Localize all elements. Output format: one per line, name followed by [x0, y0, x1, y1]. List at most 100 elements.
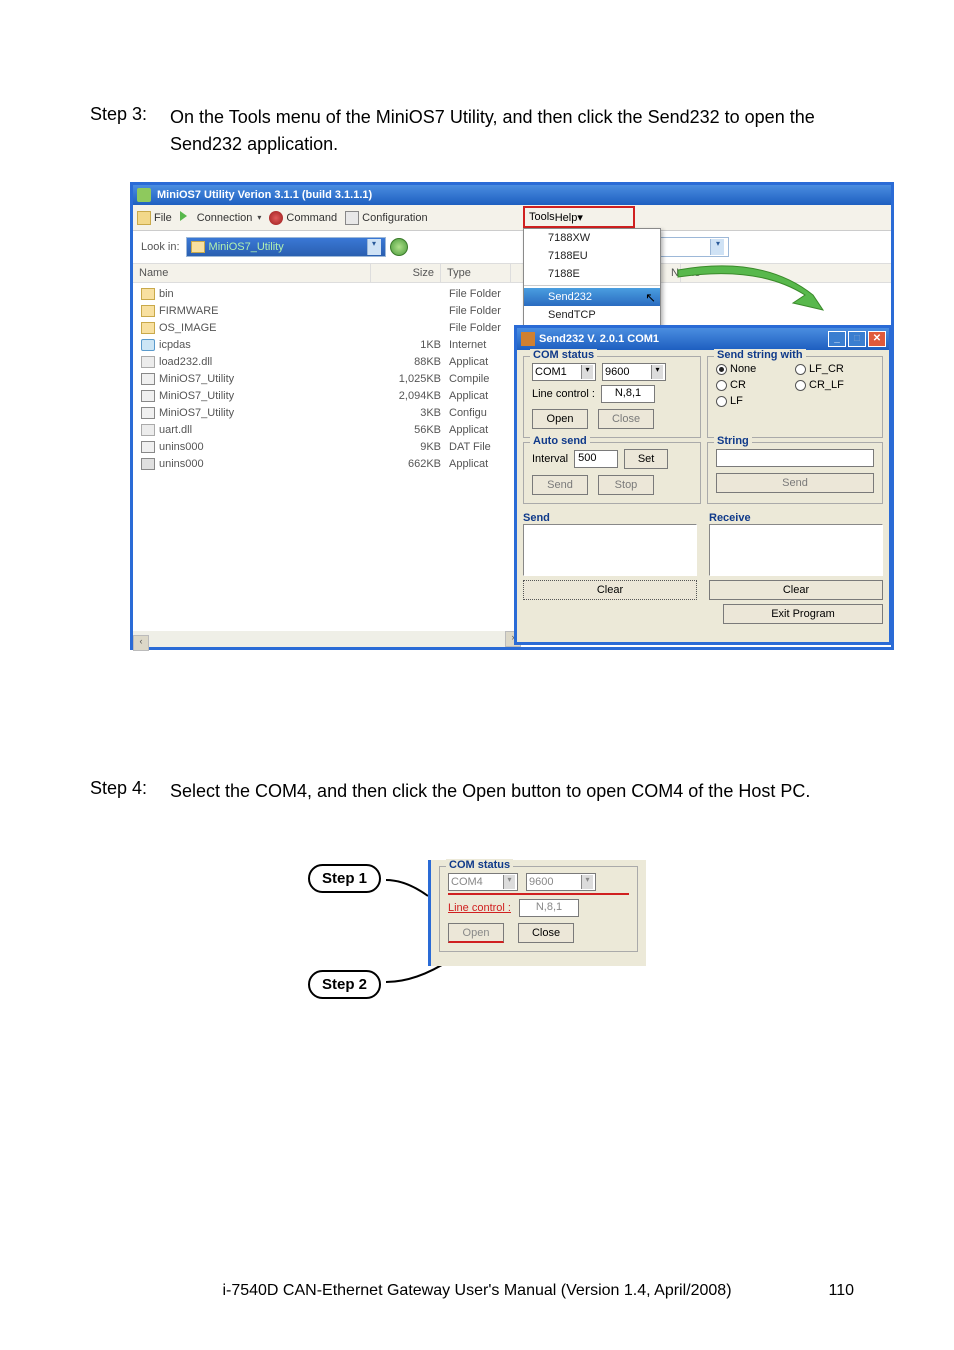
close-button: Close [598, 409, 654, 429]
file-icon [141, 322, 155, 334]
receive-textarea [709, 524, 883, 576]
interval-label: Interval [532, 453, 568, 465]
radio-lfcr[interactable]: LF_CR [795, 363, 874, 375]
receive-label: Receive [709, 512, 883, 524]
radio-lf[interactable]: LF [716, 395, 795, 407]
menu-file[interactable]: File [133, 211, 176, 225]
col-name[interactable]: Name [133, 264, 371, 282]
file-size: 56KB [379, 424, 449, 436]
tools-item-7188xw[interactable]: 7188XW [524, 229, 660, 247]
menu-configuration-label: Configuration [362, 212, 427, 224]
minios7-window: MiniOS7 Utility Verion 3.1.1 (build 3.1.… [130, 182, 894, 650]
dropdown-icon: ▾ [581, 875, 593, 889]
string-group: String Send [707, 442, 883, 504]
send232-window: Send232 V. 2.0.1 COM1 _ □ ✕ COM status C… [514, 325, 892, 645]
file-size: 3KB [379, 407, 449, 419]
com-status-group2: COM status COM4▾ 9600▾ Line control : N,… [439, 866, 638, 952]
minios7-menubar: File Connection▾ Command Configuration [133, 205, 891, 231]
file-type: Applicat [449, 356, 509, 368]
tools-help-highlight: Tools Help▾ [523, 206, 635, 228]
step3-label: Step 3: [90, 104, 147, 125]
menu-configuration[interactable]: Configuration [341, 211, 431, 225]
com-status-title2: COM status [446, 859, 513, 871]
autosend-stop-button: Stop [598, 475, 654, 495]
configuration-icon [345, 211, 359, 225]
minimize-button[interactable]: _ [828, 331, 846, 347]
close-button2[interactable]: Close [518, 923, 574, 943]
minios7-title-text: MiniOS7 Utility Verion 3.1.1 (build 3.1.… [157, 189, 372, 201]
send232-body: COM status COM1▾ 9600▾ Line control : N,… [517, 350, 889, 630]
file-type: File Folder [449, 305, 509, 317]
send-string-with-group: Send string with None LF_CR CR CR_LF LF [707, 356, 883, 438]
file-type: File Folder [449, 288, 509, 300]
file-size: 9KB [379, 441, 449, 453]
line-control-value2: N,8,1 [519, 899, 579, 917]
file-icon [141, 441, 155, 453]
menu-separator [524, 285, 660, 286]
file-size: 1,025KB [379, 373, 449, 385]
auto-send-group: Auto send Interval 500 Set Send Stop [523, 442, 701, 504]
file-icon [141, 305, 155, 317]
line-control-label: Line control : [532, 388, 595, 400]
footer-text: i-7540D CAN-Ethernet Gateway User's Manu… [222, 1282, 731, 1299]
radio-crlf-label: CR_LF [809, 379, 844, 391]
send-textarea[interactable] [523, 524, 697, 576]
open-button[interactable]: Open [532, 409, 588, 429]
tools-item-7188e[interactable]: 7188E [524, 265, 660, 283]
com-port-combo[interactable]: COM1 ▾ [532, 363, 596, 381]
file-name: MiniOS7_Utility [159, 407, 379, 419]
close-button[interactable]: ✕ [868, 331, 886, 347]
look-in-combo[interactable]: MiniOS7_Utility ▾ [186, 237, 386, 257]
com-port-value: COM1 [535, 366, 567, 378]
tools-item-sendtcp[interactable]: SendTCP [524, 306, 660, 324]
file-name: unins000 [159, 458, 379, 470]
scroll-left-icon[interactable]: ‹ [133, 635, 149, 651]
maximize-button: □ [848, 331, 866, 347]
menu-connection[interactable]: Connection▾ [176, 211, 266, 225]
dropdown-icon[interactable]: ▾ [581, 365, 593, 379]
file-size: 1KB [379, 339, 449, 351]
com-status-panel: COM status COM4▾ 9600▾ Line control : N,… [428, 860, 646, 966]
radio-dot-icon [795, 364, 806, 375]
menu-command[interactable]: Command [265, 211, 341, 225]
horizontal-scrollbar[interactable]: ‹ › [133, 631, 521, 647]
file-name: MiniOS7_Utility [159, 373, 379, 385]
dropdown-icon[interactable]: ▾ [651, 365, 663, 379]
dropdown-icon[interactable]: ▾ [367, 239, 381, 255]
radio-dot-icon [716, 396, 727, 407]
file-size: 2,094KB [379, 390, 449, 402]
autosend-send-button: Send [532, 475, 588, 495]
page-number: 110 [828, 1282, 854, 1300]
dropdown-icon: ▾ [503, 875, 515, 889]
radio-crlf[interactable]: CR_LF [795, 379, 874, 391]
menu-help[interactable]: Help▾ [555, 211, 583, 224]
exit-program-button[interactable]: Exit Program [723, 604, 883, 624]
step4-label: Step 4: [90, 778, 147, 799]
file-icon [141, 373, 155, 385]
go-button[interactable] [390, 238, 408, 256]
send-clear-button[interactable]: Clear [523, 580, 697, 600]
set-button[interactable]: Set [624, 449, 668, 469]
menu-tools[interactable]: Tools [525, 211, 555, 223]
col-type[interactable]: Type [441, 264, 511, 282]
receive-clear-button[interactable]: Clear [709, 580, 883, 600]
file-icon [141, 288, 155, 300]
radio-cr[interactable]: CR [716, 379, 795, 391]
send-label: Send [523, 512, 697, 524]
tools-item-send232[interactable]: Send232 ↖ [524, 288, 660, 306]
dropdown-icon[interactable]: ▾ [710, 239, 724, 255]
folder-icon [191, 241, 205, 253]
look-in-label: Look in: [141, 241, 180, 253]
com4-value: COM4 [451, 876, 483, 888]
radio-none[interactable]: None [716, 363, 795, 375]
tools-item-7188eu[interactable]: 7188EU [524, 247, 660, 265]
connection-icon [180, 211, 194, 225]
com-status-group: COM status COM1▾ 9600▾ Line control : N,… [523, 356, 701, 438]
interval-input[interactable]: 500 [574, 450, 618, 468]
file-type: Configu [449, 407, 509, 419]
string-input[interactable] [716, 449, 874, 467]
col-size[interactable]: Size [371, 264, 441, 282]
file-icon [141, 390, 155, 402]
file-name: bin [159, 288, 379, 300]
baud-combo[interactable]: 9600▾ [602, 363, 666, 381]
